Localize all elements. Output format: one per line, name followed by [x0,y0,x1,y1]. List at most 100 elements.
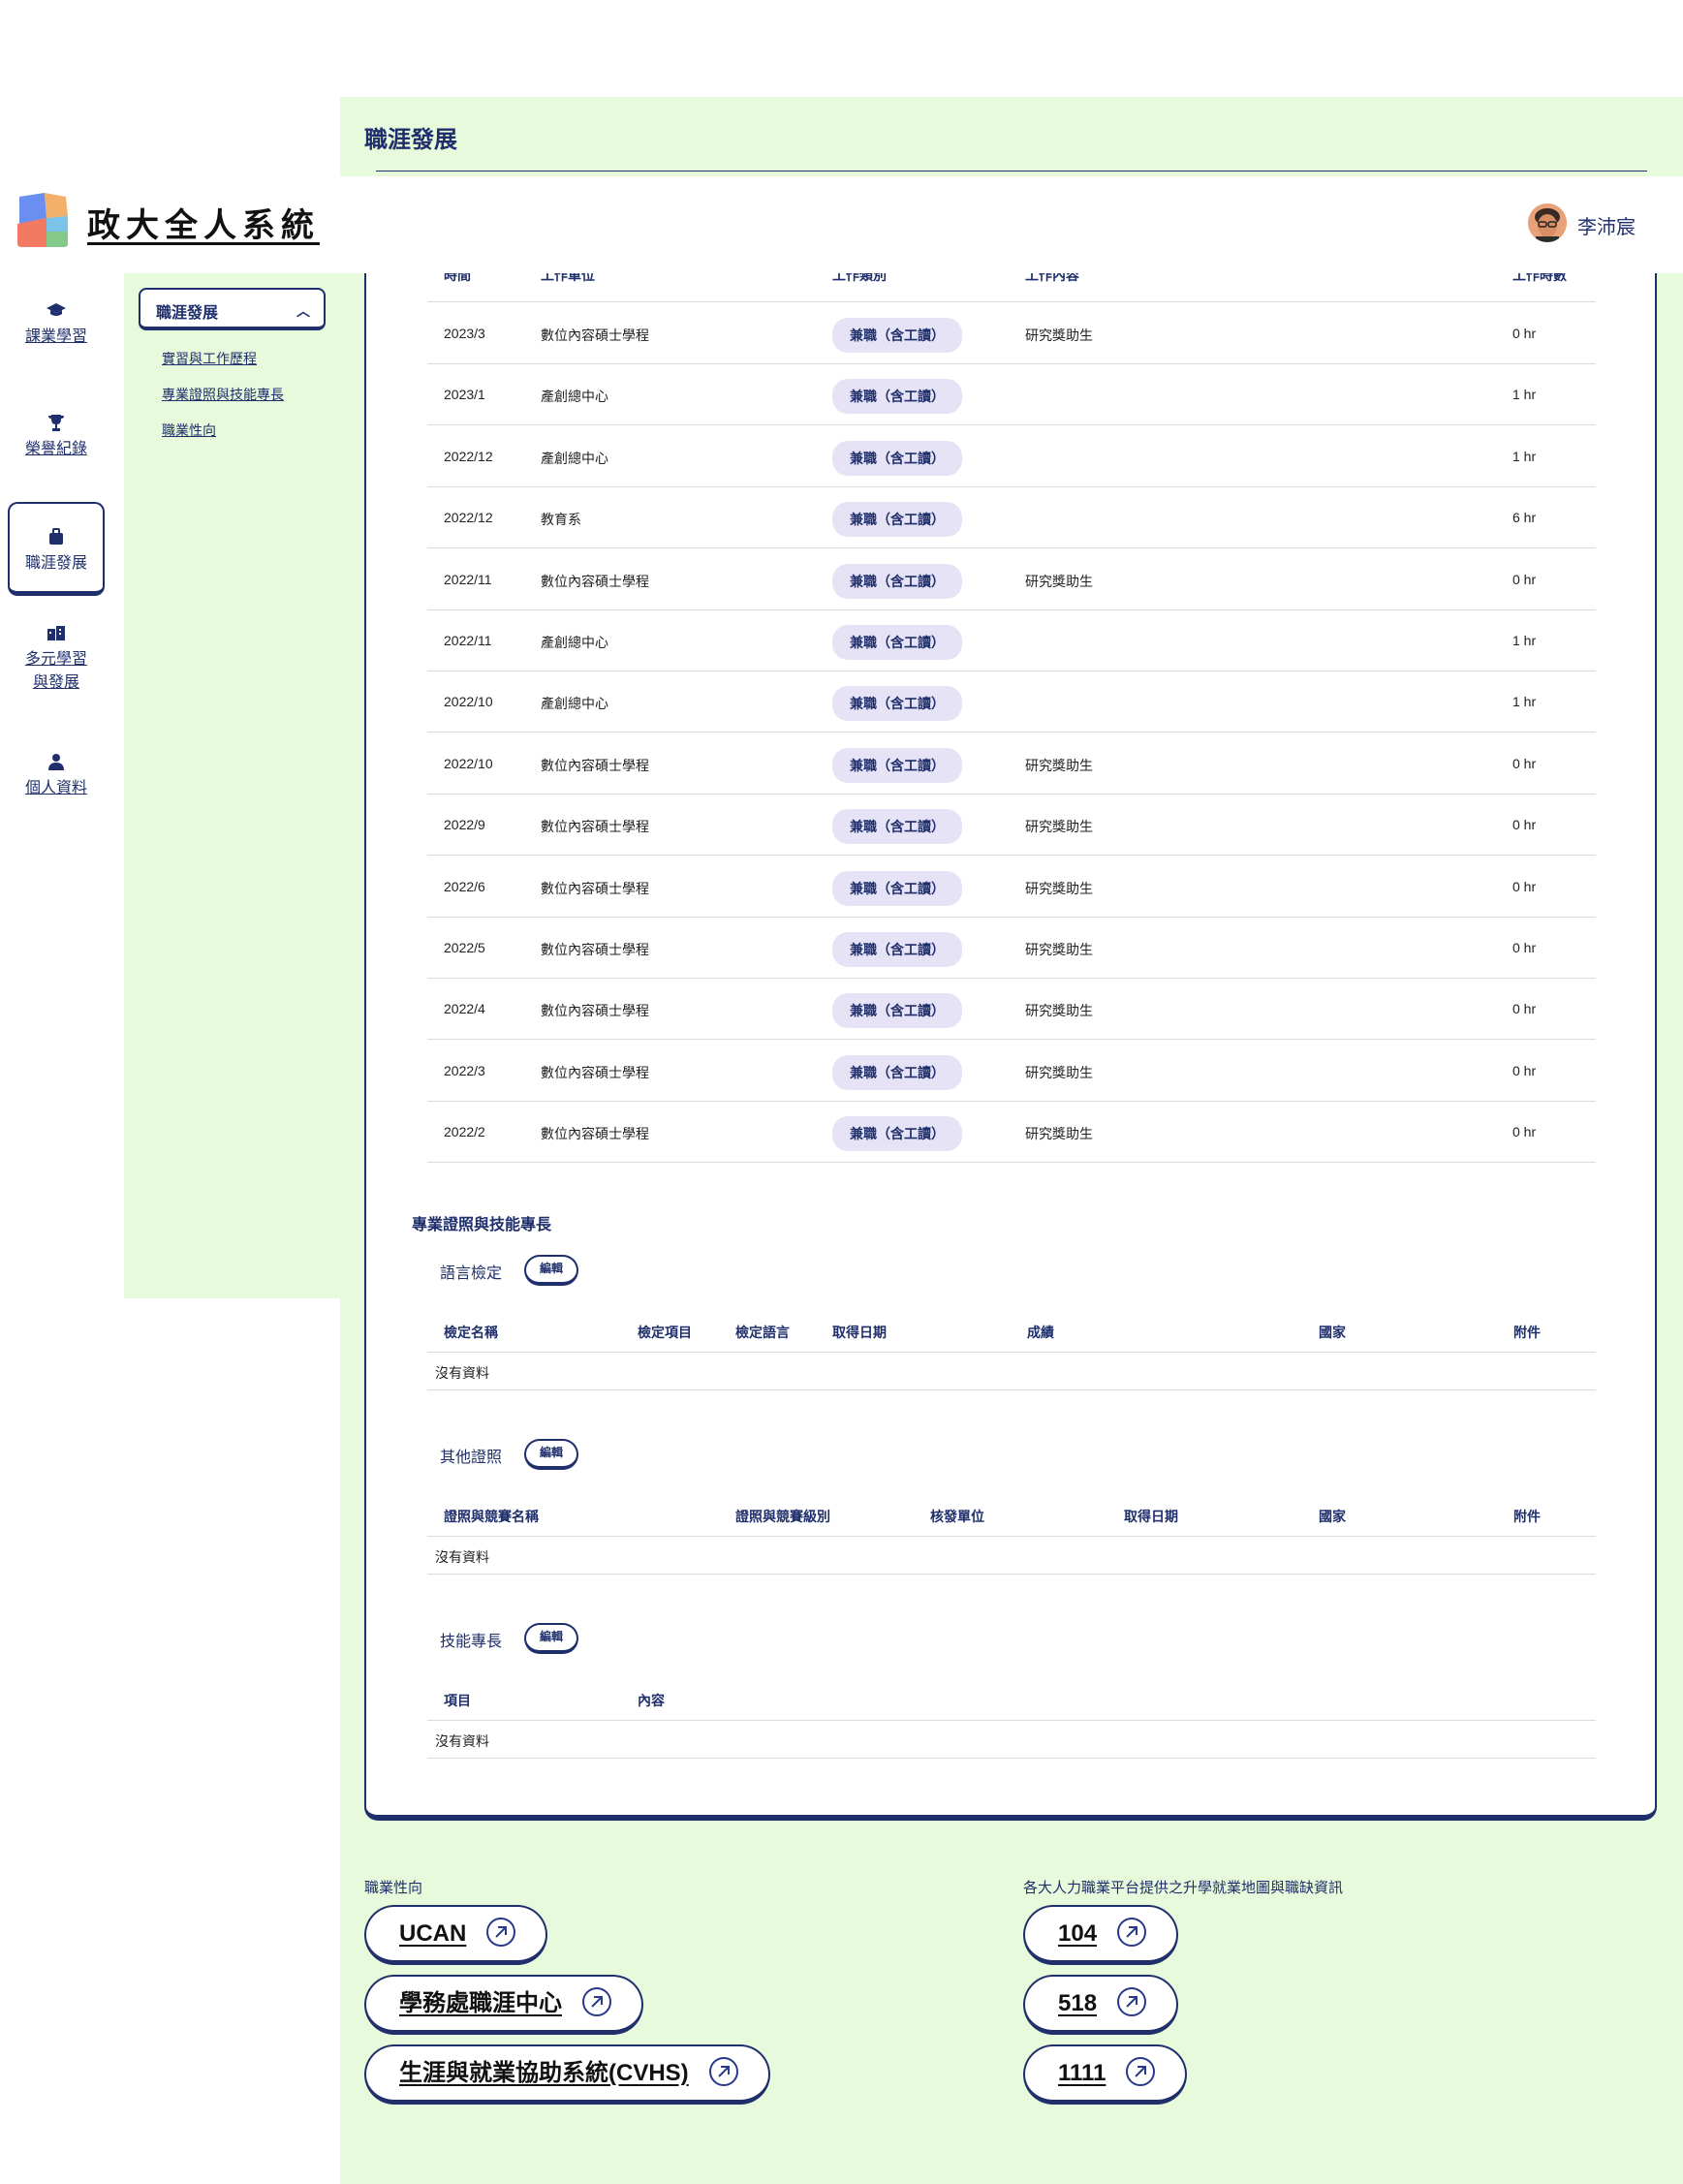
work-table-row: 2022/3 數位內容碩士學程 兼職（含工讀） 研究獎助生 0 hr [427,1041,1596,1102]
avatar[interactable] [1528,203,1567,242]
app-title[interactable]: 政大全人系統 [87,199,320,246]
other-cert-empty-row: 沒有資料 [427,1538,1596,1575]
nav-item-coursework[interactable]: 課業學習 [8,300,105,349]
work-table-row: 2022/10 產創總中心 兼職（含工讀） 1 hr [427,671,1596,733]
work-type-chip: 兼職（含工讀） [832,440,962,476]
work-type-chip: 兼職（含工讀） [832,379,962,415]
cell-time: 2022/2 [444,1124,485,1140]
cell-unit: 數位內容碩士學程 [541,328,649,343]
work-type-chip: 兼職（含工讀） [832,993,962,1029]
work-type-chip: 兼職（含工讀） [832,932,962,967]
col-header: 成績 [1027,1325,1054,1340]
cell-unit: 數位內容碩士學程 [541,573,649,589]
subnav-link-certs[interactable]: 專業證照與技能專長 [162,385,284,404]
link-ucan[interactable]: UCAN [364,1905,548,1965]
buildings-icon [47,626,65,640]
cell-hours: 0 hr [1512,571,1537,587]
work-table-row: 2022/12 產創總中心 兼職（含工讀） 1 hr [427,426,1596,487]
cell-time: 2023/3 [444,326,485,341]
external-link-icon [1126,2056,1156,2086]
cell-unit: 數位內容碩士學程 [541,880,649,896]
work-type-chip: 兼職（含工讀） [832,502,962,538]
person-icon [48,754,64,770]
user-name[interactable]: 李沛宸 [1577,211,1636,239]
certs-section-title: 專業證照與技能專長 [412,1217,552,1233]
link-1111[interactable]: 1111 [1023,2044,1188,2105]
col-header: 取得日期 [832,1325,887,1340]
col-header: 核發單位 [930,1509,984,1524]
skills-label: 技能專長 [440,1634,503,1650]
work-type-chip: 兼職（含工讀） [832,686,962,722]
col-header: 工作類別 [832,273,887,283]
cell-time: 2022/11 [444,571,492,587]
cell-content: 研究獎助生 [1025,880,1093,896]
work-table-row: 2022/6 數位內容碩士學程 兼職（含工讀） 研究獎助生 0 hr [427,857,1596,918]
work-table-header: 時間 工作單位 工作類別 工作內容 工作時數 [427,273,1596,302]
col-header: 證照與競賽名稱 [444,1509,539,1524]
edit-skills-button[interactable]: 編輯 [524,1623,578,1654]
nav-item-honors[interactable]: 榮譽紀錄 [8,413,105,461]
col-header: 工作內容 [1025,273,1079,283]
cell-hours: 1 hr [1512,387,1537,403]
work-table-row: 2022/11 產創總中心 兼職（含工讀） 1 hr [427,610,1596,671]
app-logo-icon[interactable] [14,191,72,251]
trophy-icon [48,415,64,431]
col-header: 附件 [1513,1509,1541,1524]
subnav-link-aptitude[interactable]: 職業性向 [162,421,216,440]
cell-unit: 數位內容碩士學程 [541,1064,649,1080]
cell-unit: 數位內容碩士學程 [541,1003,649,1019]
col-header: 檢定名稱 [444,1325,498,1340]
language-test-label: 語言檢定 [440,1265,503,1282]
external-link-icon [1117,1986,1147,2016]
link-label: 生涯與就業協助系統(CVHS) [399,2060,689,2086]
cell-content: 研究獎助生 [1025,573,1093,589]
title-divider [376,171,1647,172]
skills-table-header: 項目 內容 [427,1676,1596,1721]
cell-unit: 產創總中心 [541,696,608,712]
cell-hours: 0 hr [1512,878,1537,894]
cell-time: 2023/1 [444,387,485,403]
cell-hours: 0 hr [1512,755,1537,771]
cell-unit: 產創總中心 [541,389,608,405]
language-empty-row: 沒有資料 [427,1354,1596,1390]
external-link-icon [708,2056,738,2086]
col-header: 內容 [638,1693,665,1708]
work-table-row: 2022/10 數位內容碩士學程 兼職（含工讀） 研究獎助生 0 hr [427,733,1596,795]
link-104[interactable]: 104 [1023,1905,1179,1965]
nav-label: 職涯發展 [24,555,87,572]
link-career-center[interactable]: 學務處職涯中心 [364,1975,643,2035]
cell-content: 研究獎助生 [1025,819,1093,835]
work-type-chip: 兼職（含工讀） [832,318,962,353]
subnav-title: 職涯發展 [156,305,219,322]
nav-item-profile[interactable]: 個人資料 [8,752,105,800]
nav-item-career[interactable]: 職涯發展 [8,502,105,596]
col-header: 附件 [1513,1325,1541,1340]
link-518[interactable]: 518 [1023,1975,1179,2035]
link-label: 學務處職涯中心 [399,1990,562,2016]
col-header: 國家 [1319,1509,1346,1524]
col-header: 項目 [444,1693,471,1708]
col-header: 檢定語言 [735,1325,790,1340]
work-type-chip: 兼職（含工讀） [832,563,962,599]
cell-content: 研究獎助生 [1025,1064,1093,1080]
nav-item-diverse-learning[interactable]: 多元學習 與發展 [8,623,105,695]
subnav-link-internship[interactable]: 實習與工作歷程 [162,349,257,368]
cell-content: 研究獎助生 [1025,1003,1093,1019]
work-table-row: 2022/11 數位內容碩士學程 兼職（含工讀） 研究獎助生 0 hr [427,549,1596,610]
link-label: 104 [1058,1920,1098,1947]
cell-hours: 6 hr [1512,510,1537,526]
other-cert-label: 其他證照 [440,1450,503,1466]
subnav-career-toggle[interactable]: 職涯發展 ︿ [139,288,326,330]
edit-other-cert-button[interactable]: 編輯 [524,1439,578,1470]
cell-time: 2022/4 [444,1001,485,1017]
edit-language-button[interactable]: 編輯 [524,1255,578,1286]
work-table-row: 2022/2 數位內容碩士學程 兼職（含工讀） 研究獎助生 0 hr [427,1102,1596,1164]
skills-empty-row: 沒有資料 [427,1722,1596,1759]
work-type-chip: 兼職（含工讀） [832,1054,962,1090]
work-table-row: 2022/12 教育系 兼職（含工讀） 6 hr [427,487,1596,549]
link-label: 518 [1058,1990,1098,2016]
work-table-row: 2023/1 產創總中心 兼職（含工讀） 1 hr [427,364,1596,426]
career-aptitude-title: 職業性向 [364,1880,423,1896]
link-cvhs[interactable]: 生涯與就業協助系統(CVHS) [364,2044,770,2105]
cell-time: 2022/3 [444,1062,485,1078]
